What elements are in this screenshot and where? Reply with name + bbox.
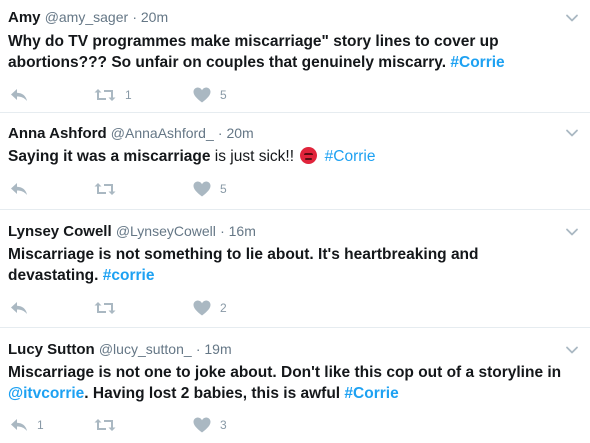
like-count: 5	[220, 88, 227, 102]
tweet-text: Saying it was a miscarriage is just sick…	[8, 146, 568, 167]
tweet-header: Lynsey Cowell @LynseyCowell · 16m	[8, 223, 256, 240]
reply-button[interactable]	[10, 298, 28, 318]
tweet-timestamp[interactable]: · 19m	[196, 341, 232, 357]
tweet-text: Why do TV programmes make miscarriage" s…	[8, 31, 568, 73]
retweet-button[interactable]: 1	[94, 85, 132, 105]
chevron-down-icon[interactable]	[564, 10, 580, 26]
tweet-actions: 5	[10, 179, 310, 199]
chevron-down-icon[interactable]	[564, 125, 580, 141]
like-count: 5	[220, 182, 227, 196]
tweet-text-normal: is just sick!!	[210, 148, 299, 165]
tweet-header: Lucy Sutton @lucy_sutton_ · 19m	[8, 341, 232, 358]
like-button[interactable]: 5	[193, 85, 227, 105]
tweet-header: Amy @amy_sager · 20m	[8, 9, 168, 26]
reply-icon	[11, 419, 27, 431]
tweet-3: Lynsey Cowell @LynseyCowell · 16m Miscar…	[0, 210, 590, 328]
reply-icon	[11, 302, 27, 314]
tweet-text-bold: Saying it was a miscarriage	[8, 148, 211, 165]
like-button[interactable]: 5	[193, 179, 227, 199]
tweet-1: Amy @amy_sager · 20m Why do TV programme…	[0, 0, 590, 113]
reply-button[interactable]	[10, 85, 28, 105]
like-button[interactable]: 3	[193, 415, 227, 435]
reply-count: 1	[37, 418, 44, 432]
tweet-text-body: Miscarriage is not something to lie abou…	[8, 246, 479, 284]
author-handle[interactable]: @LynseyCowell	[116, 223, 216, 239]
author-handle[interactable]: @AnnaAshford_	[111, 125, 214, 141]
tweet-actions: 2	[10, 298, 310, 318]
retweet-button[interactable]	[94, 179, 116, 199]
tweet-text-line1: Miscarriage is not one to joke about. Do…	[8, 364, 562, 381]
like-count: 2	[220, 301, 227, 315]
retweet-icon	[94, 183, 116, 195]
author-name[interactable]: Amy	[8, 9, 41, 26]
tweet-text: Miscarriage is not something to lie abou…	[8, 244, 568, 286]
tweet-4: Lucy Sutton @lucy_sutton_ · 19m Miscarri…	[0, 328, 590, 443]
like-button[interactable]: 2	[193, 298, 227, 318]
tweet-timestamp[interactable]: · 20m	[132, 9, 168, 25]
retweet-button[interactable]	[94, 415, 116, 435]
reply-button[interactable]: 1	[10, 415, 44, 435]
author-name[interactable]: Lynsey Cowell	[8, 223, 112, 240]
hashtag-link[interactable]: #Corrie	[325, 148, 376, 165]
retweet-button[interactable]	[94, 298, 116, 318]
retweet-icon	[94, 302, 116, 314]
retweet-icon	[94, 89, 116, 101]
chevron-down-icon[interactable]	[564, 224, 580, 240]
hashtag-link[interactable]: #Corrie	[450, 54, 504, 71]
like-icon	[193, 417, 211, 433]
tweet-timestamp[interactable]: · 20m	[218, 125, 254, 141]
tweet-actions: 1 3	[10, 415, 310, 435]
reply-icon	[11, 183, 27, 195]
like-icon	[193, 181, 211, 197]
tweet-header: Anna Ashford @AnnaAshford_ · 20m	[8, 125, 254, 142]
mention-link[interactable]: @itvcorrie	[8, 385, 84, 402]
tweet-2: Anna Ashford @AnnaAshford_ · 20m Saying …	[0, 113, 590, 210]
tweet-timestamp[interactable]: · 16m	[220, 223, 256, 239]
author-name[interactable]: Anna Ashford	[8, 125, 107, 142]
hashtag-link[interactable]: #corrie	[103, 267, 155, 284]
chevron-down-icon[interactable]	[564, 342, 580, 358]
author-handle[interactable]: @amy_sager	[45, 9, 128, 25]
angry-face-icon	[300, 147, 318, 164]
tweet-text: Miscarriage is not one to joke about. Do…	[8, 362, 583, 404]
like-icon	[193, 300, 211, 316]
retweet-icon	[94, 419, 116, 431]
tweet-text-body: Why do TV programmes make miscarriage" s…	[8, 33, 499, 71]
reply-icon	[11, 89, 27, 101]
tweet-text-line2: . Having lost 2 babies, this is awful	[84, 385, 345, 402]
reply-button[interactable]	[10, 179, 28, 199]
author-name[interactable]: Lucy Sutton	[8, 341, 95, 358]
author-handle[interactable]: @lucy_sutton_	[99, 341, 192, 357]
retweet-count: 1	[125, 88, 132, 102]
tweet-actions: 1 5	[10, 85, 310, 105]
like-icon	[193, 87, 211, 103]
like-count: 3	[220, 418, 227, 432]
hashtag-link[interactable]: #Corrie	[344, 385, 398, 402]
